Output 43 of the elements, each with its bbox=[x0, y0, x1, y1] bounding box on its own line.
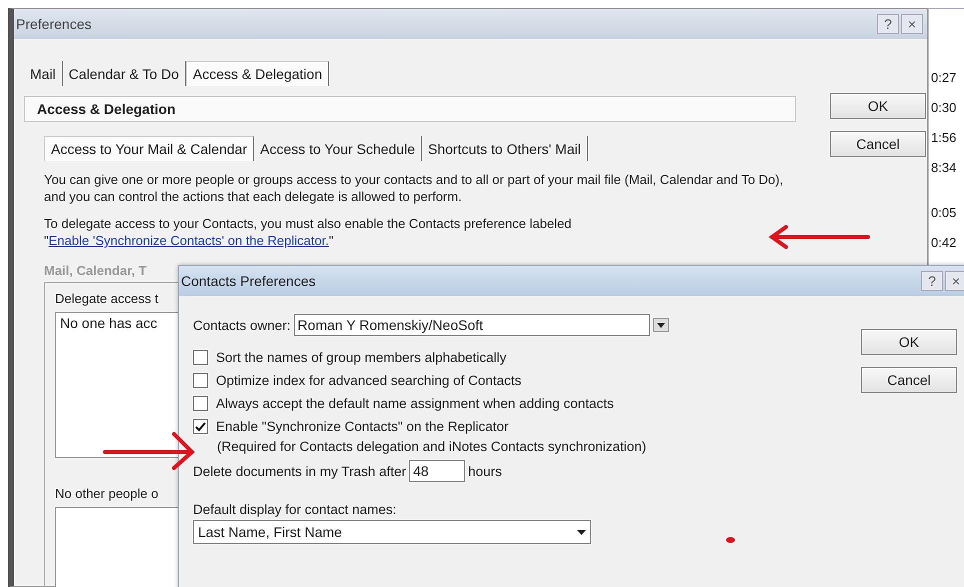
group-label: Mail, Calendar, T bbox=[44, 263, 148, 278]
cancel-button[interactable]: Cancel bbox=[830, 131, 926, 157]
owner-field[interactable]: Roman Y Romenskiy/NeoSoft bbox=[294, 314, 650, 336]
subtab[interactable]: Access to Your Mail & Calendar bbox=[44, 136, 254, 161]
days-field[interactable]: 48 bbox=[409, 460, 466, 482]
time-cell-text: 0:30 bbox=[930, 99, 958, 117]
caret-icon bbox=[656, 322, 665, 328]
trash-label: Delete documents in my Trash after bbox=[193, 464, 406, 478]
time-cell-text: 8:34 bbox=[930, 159, 958, 177]
dialog-title: Contacts Preferences bbox=[181, 273, 316, 289]
note-text: To delegate access to your Contacts, you must also enable the Contacts preference labeled "Enable 'Synchronize Contacts' on the Replicator." bbox=[44, 215, 573, 249]
cancel-button[interactable]: Cancel bbox=[861, 367, 957, 393]
tab[interactable]: Mail bbox=[24, 61, 63, 86]
time-cell-text: 0:27 bbox=[930, 69, 958, 87]
checkbox[interactable] bbox=[193, 419, 208, 434]
help-button[interactable]: ? bbox=[877, 14, 899, 34]
annotation-dot bbox=[726, 537, 735, 543]
window-title: Preferences bbox=[16, 16, 92, 32]
subtab[interactable]: Shortcuts to Others' Mail bbox=[422, 136, 588, 161]
checkbox[interactable] bbox=[193, 350, 208, 365]
ok-button[interactable]: OK bbox=[861, 329, 957, 355]
hours-label: hours bbox=[468, 464, 502, 478]
list-item: No one has acc bbox=[60, 315, 158, 331]
enable-sync-link[interactable]: Enable 'Synchronize Contacts' on the Replicator. bbox=[48, 233, 329, 248]
section-title: Access & Delegation bbox=[24, 96, 796, 122]
close-button[interactable]: × bbox=[945, 271, 964, 291]
time-cell-text: 1:56 bbox=[930, 129, 958, 147]
checkbox[interactable] bbox=[193, 373, 208, 388]
dropdown-button[interactable] bbox=[652, 318, 669, 332]
time-cell-text: 0:05 bbox=[930, 204, 958, 222]
display-label: Default display for contact names: bbox=[193, 502, 398, 517]
tab[interactable]: Access & Delegation bbox=[186, 61, 330, 86]
intro-text: You can give one or more people or groups access to your contacts and to all or part of your mail file (Mail, Calendar and To Do), and you can control the actions that each delegate is allowed to perform. bbox=[44, 171, 784, 205]
time-cell-text: 0:42 bbox=[930, 234, 958, 252]
ok-button[interactable]: OK bbox=[830, 93, 926, 119]
caret-icon bbox=[577, 530, 586, 534]
other-people-label: No other people o bbox=[55, 486, 158, 501]
close-button[interactable]: × bbox=[901, 14, 923, 34]
help-button[interactable]: ? bbox=[921, 271, 943, 291]
display-dropdown[interactable]: Last Name, First Name bbox=[193, 520, 591, 544]
checkbox[interactable] bbox=[193, 396, 208, 411]
delegate-label: Delegate access t bbox=[55, 291, 158, 306]
subtab[interactable]: Access to Your Schedule bbox=[254, 136, 422, 161]
